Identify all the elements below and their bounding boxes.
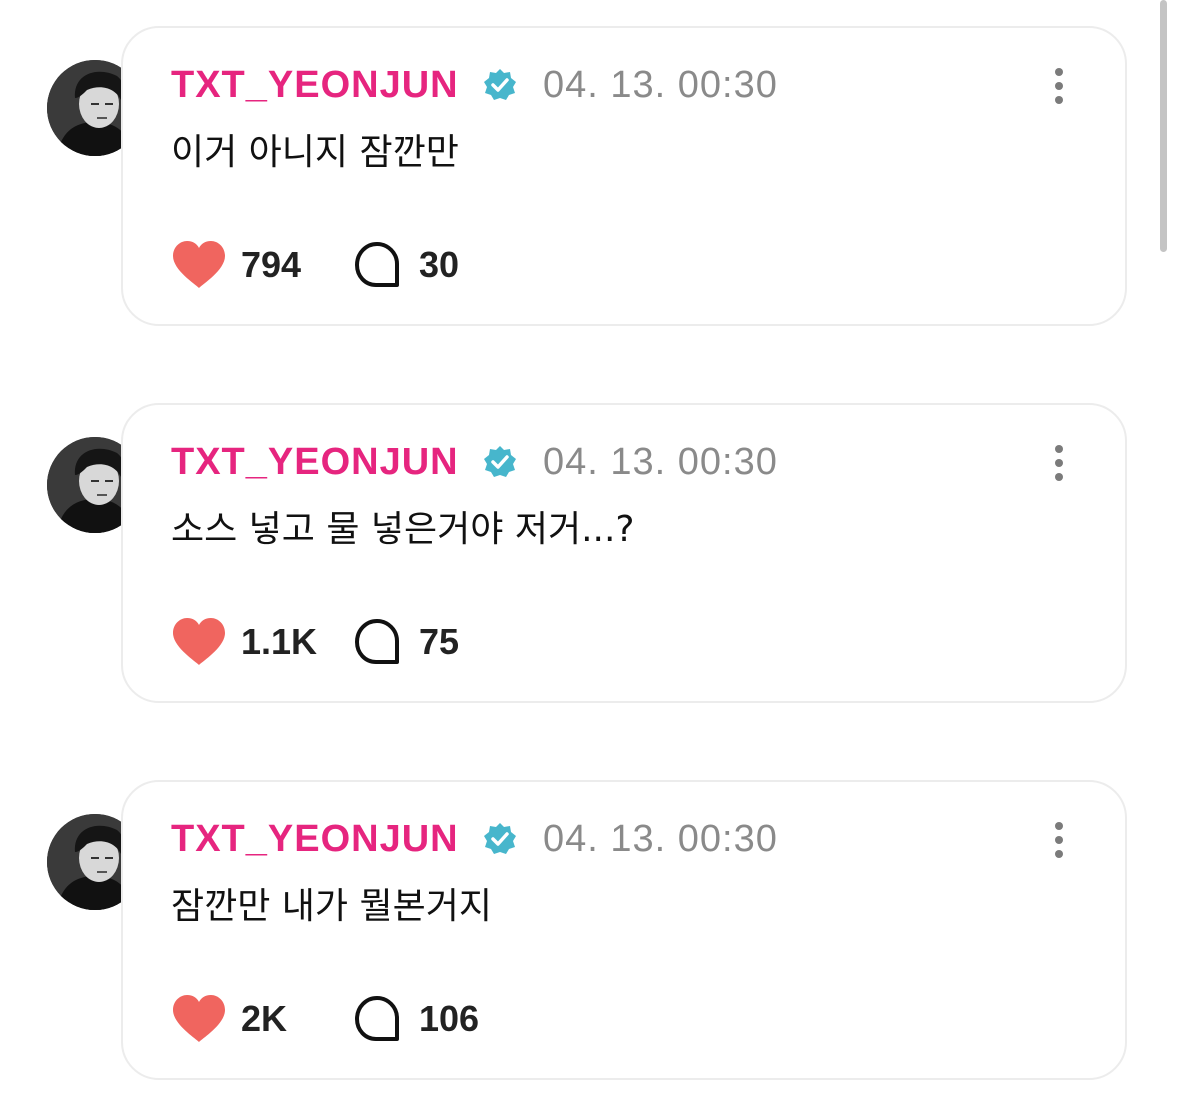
more-options-icon[interactable] (1039, 820, 1079, 864)
like-count: 794 (241, 244, 302, 285)
like-button[interactable]: 2K (171, 994, 287, 1044)
timestamp: 04. 13. 00:30 (543, 64, 778, 106)
post-card: TXT_YEONJUN 04. 13. 00:30 잠깐만 내가 뭘본거지 2K… (121, 780, 1127, 1080)
like-count: 2K (241, 998, 288, 1039)
timestamp: 04. 13. 00:30 (543, 818, 778, 860)
comment-icon (355, 619, 399, 664)
action-bar: 2K 106 (171, 994, 771, 1044)
scrollbar[interactable] (1160, 0, 1167, 252)
comment-icon (355, 996, 399, 1041)
verified-badge-icon (484, 823, 516, 854)
verified-badge-icon (484, 69, 516, 100)
comment-button[interactable]: 30 (353, 240, 459, 290)
more-options-icon[interactable] (1039, 66, 1079, 110)
post-card: TXT_YEONJUN 04. 13. 00:30 이거 아니지 잠깐만 794… (121, 26, 1127, 326)
post-text: 소스 넣고 물 넣은거야 저거...? (171, 509, 635, 550)
like-button[interactable]: 794 (171, 240, 301, 290)
comment-button[interactable]: 75 (353, 617, 459, 667)
like-button[interactable]: 1.1K (171, 617, 317, 667)
like-count: 1.1K (241, 621, 318, 662)
comment-count: 106 (419, 998, 480, 1039)
heart-icon (173, 241, 225, 288)
post-card: TXT_YEONJUN 04. 13. 00:30 소스 넣고 물 넣은거야 저… (121, 403, 1127, 703)
comment-count: 75 (419, 621, 460, 662)
comment-icon (355, 242, 399, 287)
action-bar: 1.1K 75 (171, 617, 771, 667)
verified-badge-icon (484, 446, 516, 477)
action-bar: 794 30 (171, 240, 771, 290)
comment-count: 30 (419, 244, 460, 285)
heart-icon (173, 618, 225, 665)
more-options-icon[interactable] (1039, 443, 1079, 487)
heart-icon (173, 995, 225, 1042)
username[interactable]: TXT_YEONJUN (171, 439, 459, 485)
post-text: 잠깐만 내가 뭘본거지 (171, 886, 492, 927)
comment-button[interactable]: 106 (353, 994, 479, 1044)
username[interactable]: TXT_YEONJUN (171, 816, 459, 862)
username[interactable]: TXT_YEONJUN (171, 62, 459, 108)
timestamp: 04. 13. 00:30 (543, 441, 778, 483)
post-text: 이거 아니지 잠깐만 (171, 132, 459, 173)
